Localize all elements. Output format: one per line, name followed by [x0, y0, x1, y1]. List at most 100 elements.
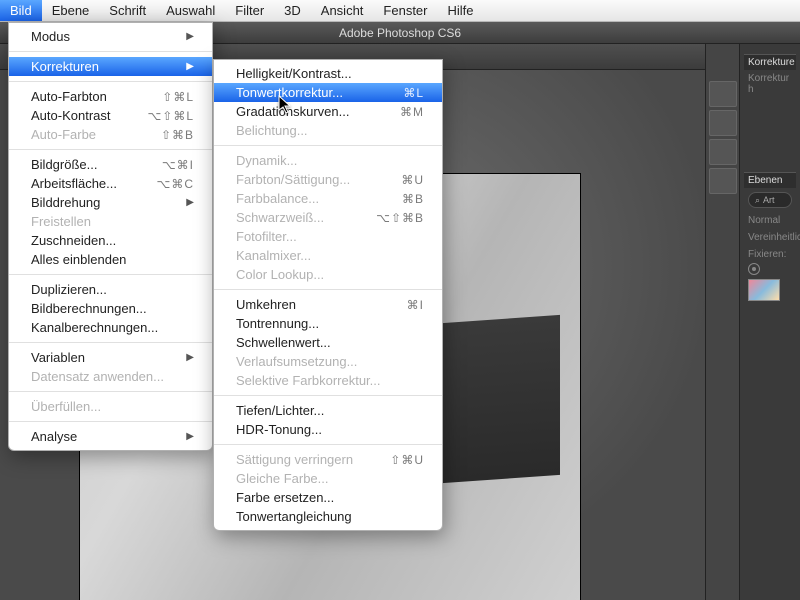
right-dock: Korrekture Korrektur h Ebenen ⌕ Art Norm…	[705, 44, 800, 600]
menu-item-shortcut: ⌥⌘I	[162, 158, 194, 172]
menu-item-shortcut: ⌘M	[400, 105, 424, 119]
submenu-korrekturen-item[interactable]: Umkehren⌘I	[214, 295, 442, 314]
panel-header-layers[interactable]: Ebenen	[744, 172, 796, 188]
submenu-korrekturen-item[interactable]: Tonwertangleichung	[214, 507, 442, 526]
submenu-korrekturen-item: Color Lookup...	[214, 265, 442, 284]
submenu-korrekturen-item[interactable]: Farbe ersetzen...	[214, 488, 442, 507]
visibility-icon[interactable]	[748, 263, 760, 275]
menubar-item-bild[interactable]: Bild	[0, 0, 42, 21]
panel-icon[interactable]	[709, 81, 737, 107]
menu-item-label: Fotofilter...	[236, 229, 297, 244]
menu-separator	[214, 145, 442, 146]
menu-item-label: Tiefen/Lichter...	[236, 403, 324, 418]
menu-item-label: Überfüllen...	[31, 399, 101, 414]
menu-item-label: Umkehren	[236, 297, 296, 312]
submenu-korrekturen-item: Farbbalance...⌘B	[214, 189, 442, 208]
lock-row: Fixieren:	[744, 246, 796, 263]
menu-bild-item[interactable]: Alles einblenden	[9, 250, 212, 269]
menu-bild-item[interactable]: Analyse▶	[9, 427, 212, 446]
menu-separator	[9, 81, 212, 82]
menu-separator	[9, 421, 212, 422]
menu-item-label: Freistellen	[31, 214, 91, 229]
panel-icon[interactable]	[709, 139, 737, 165]
menubar-item-ebene[interactable]: Ebene	[42, 0, 100, 21]
menu-separator	[214, 395, 442, 396]
layer-filter-label: Art	[763, 195, 775, 205]
layer-thumbnail[interactable]	[748, 279, 780, 301]
panel-icon[interactable]	[709, 168, 737, 194]
submenu-korrekturen-item: Selektive Farbkorrektur...	[214, 371, 442, 390]
menu-bild-item[interactable]: Duplizieren...	[9, 280, 212, 299]
menu-bild-item[interactable]: Arbeitsfläche...⌥⌘C	[9, 174, 212, 193]
menu-item-label: Tonwertangleichung	[236, 509, 352, 524]
menu-bild-item[interactable]: Variablen▶	[9, 348, 212, 367]
submenu-korrekturen-item[interactable]: Helligkeit/Kontrast...	[214, 64, 442, 83]
menu-item-label: Alles einblenden	[31, 252, 126, 267]
menubar-item-ansicht[interactable]: Ansicht	[311, 0, 374, 21]
menu-item-shortcut: ⇧⌘B	[161, 128, 194, 142]
menubar-item-fenster[interactable]: Fenster	[373, 0, 437, 21]
app-title: Adobe Photoshop CS6	[339, 26, 461, 40]
lock-label: Fixieren:	[748, 249, 786, 260]
menu-bild-item[interactable]: Modus▶	[9, 27, 212, 46]
panel-icon[interactable]	[709, 110, 737, 136]
layer-row[interactable]	[744, 263, 796, 308]
menu-item-label: Auto-Farbton	[31, 89, 107, 104]
menu-item-label: Bildberechnungen...	[31, 301, 147, 316]
menu-separator	[9, 149, 212, 150]
menubar-item-filter[interactable]: Filter	[225, 0, 274, 21]
menu-bild-item[interactable]: Bildgröße...⌥⌘I	[9, 155, 212, 174]
menu-item-label: Kanalmixer...	[236, 248, 311, 263]
submenu-korrekturen-item[interactable]: HDR-Tonung...	[214, 420, 442, 439]
menu-bild-item[interactable]: Bildberechnungen...	[9, 299, 212, 318]
menubar-item-schrift[interactable]: Schrift	[99, 0, 156, 21]
menu-item-label: Kanalberechnungen...	[31, 320, 158, 335]
menu-bild-item[interactable]: Korrekturen▶	[9, 57, 212, 76]
submenu-korrekturen-item[interactable]: Tiefen/Lichter...	[214, 401, 442, 420]
menu-bild-item[interactable]: Auto-Kontrast⌥⇧⌘L	[9, 106, 212, 125]
menu-separator	[9, 274, 212, 275]
menu-item-label: Belichtung...	[236, 123, 308, 138]
unify-row: Vereinheitlic	[744, 229, 796, 246]
menu-bild-item: Auto-Farbe⇧⌘B	[9, 125, 212, 144]
submenu-korrekturen: Helligkeit/Kontrast...Tonwertkorrektur..…	[213, 59, 443, 531]
submenu-korrekturen-item: Kanalmixer...	[214, 246, 442, 265]
menu-item-label: Gradationskurven...	[236, 104, 349, 119]
menu-separator	[9, 391, 212, 392]
panel-header-adjustments[interactable]: Korrekture	[744, 54, 796, 70]
menu-item-label: Tonwertkorrektur...	[236, 85, 343, 100]
menubar-item-3d[interactable]: 3D	[274, 0, 311, 21]
menu-item-label: Auto-Kontrast	[31, 108, 111, 123]
menu-item-shortcut: ⌥⌘C	[157, 177, 195, 191]
menubar-item-hilfe[interactable]: Hilfe	[438, 0, 484, 21]
menu-bild: Modus▶Korrekturen▶Auto-Farbton⇧⌘LAuto-Ko…	[8, 22, 213, 451]
submenu-korrekturen-item: Farbton/Sättigung...⌘U	[214, 170, 442, 189]
menu-bild-item[interactable]: Kanalberechnungen...	[9, 318, 212, 337]
menubar: BildEbeneSchriftAuswahlFilter3DAnsichtFe…	[0, 0, 800, 22]
menu-item-label: Gleiche Farbe...	[236, 471, 329, 486]
menu-bild-item[interactable]: Zuschneiden...	[9, 231, 212, 250]
layer-filter-search[interactable]: ⌕ Art	[748, 192, 792, 208]
menu-item-label: Farbe ersetzen...	[236, 490, 334, 505]
menu-bild-item[interactable]: Auto-Farbton⇧⌘L	[9, 87, 212, 106]
menu-item-label: Schwellenwert...	[236, 335, 331, 350]
menubar-item-auswahl[interactable]: Auswahl	[156, 0, 225, 21]
submenu-korrekturen-item[interactable]: Tontrennung...	[214, 314, 442, 333]
menu-item-label: Sättigung verringern	[236, 452, 353, 467]
menu-item-label: Schwarzweiß...	[236, 210, 324, 225]
submenu-korrekturen-item[interactable]: Gradationskurven... ⌘M	[214, 102, 442, 121]
menu-separator	[9, 342, 212, 343]
menu-item-label: Analyse	[31, 429, 77, 444]
submenu-korrekturen-item: Sättigung verringern ⇧⌘U	[214, 450, 442, 469]
submenu-korrekturen-item: Verlaufsumsetzung...	[214, 352, 442, 371]
panel-row: Korrektur h	[744, 70, 796, 98]
menu-bild-item[interactable]: Bilddrehung▶	[9, 193, 212, 212]
menu-item-label: Datensatz anwenden...	[31, 369, 164, 384]
blend-mode-dropdown[interactable]: Normal	[744, 212, 796, 229]
menu-item-shortcut: ⇧⌘U	[390, 453, 424, 467]
menu-item-label: Farbbalance...	[236, 191, 319, 206]
submenu-korrekturen-item[interactable]: Tonwertkorrektur...⌘L	[214, 83, 442, 102]
submenu-korrekturen-item[interactable]: Schwellenwert...	[214, 333, 442, 352]
submenu-arrow-icon: ▶	[186, 197, 194, 208]
submenu-arrow-icon: ▶	[186, 31, 194, 42]
